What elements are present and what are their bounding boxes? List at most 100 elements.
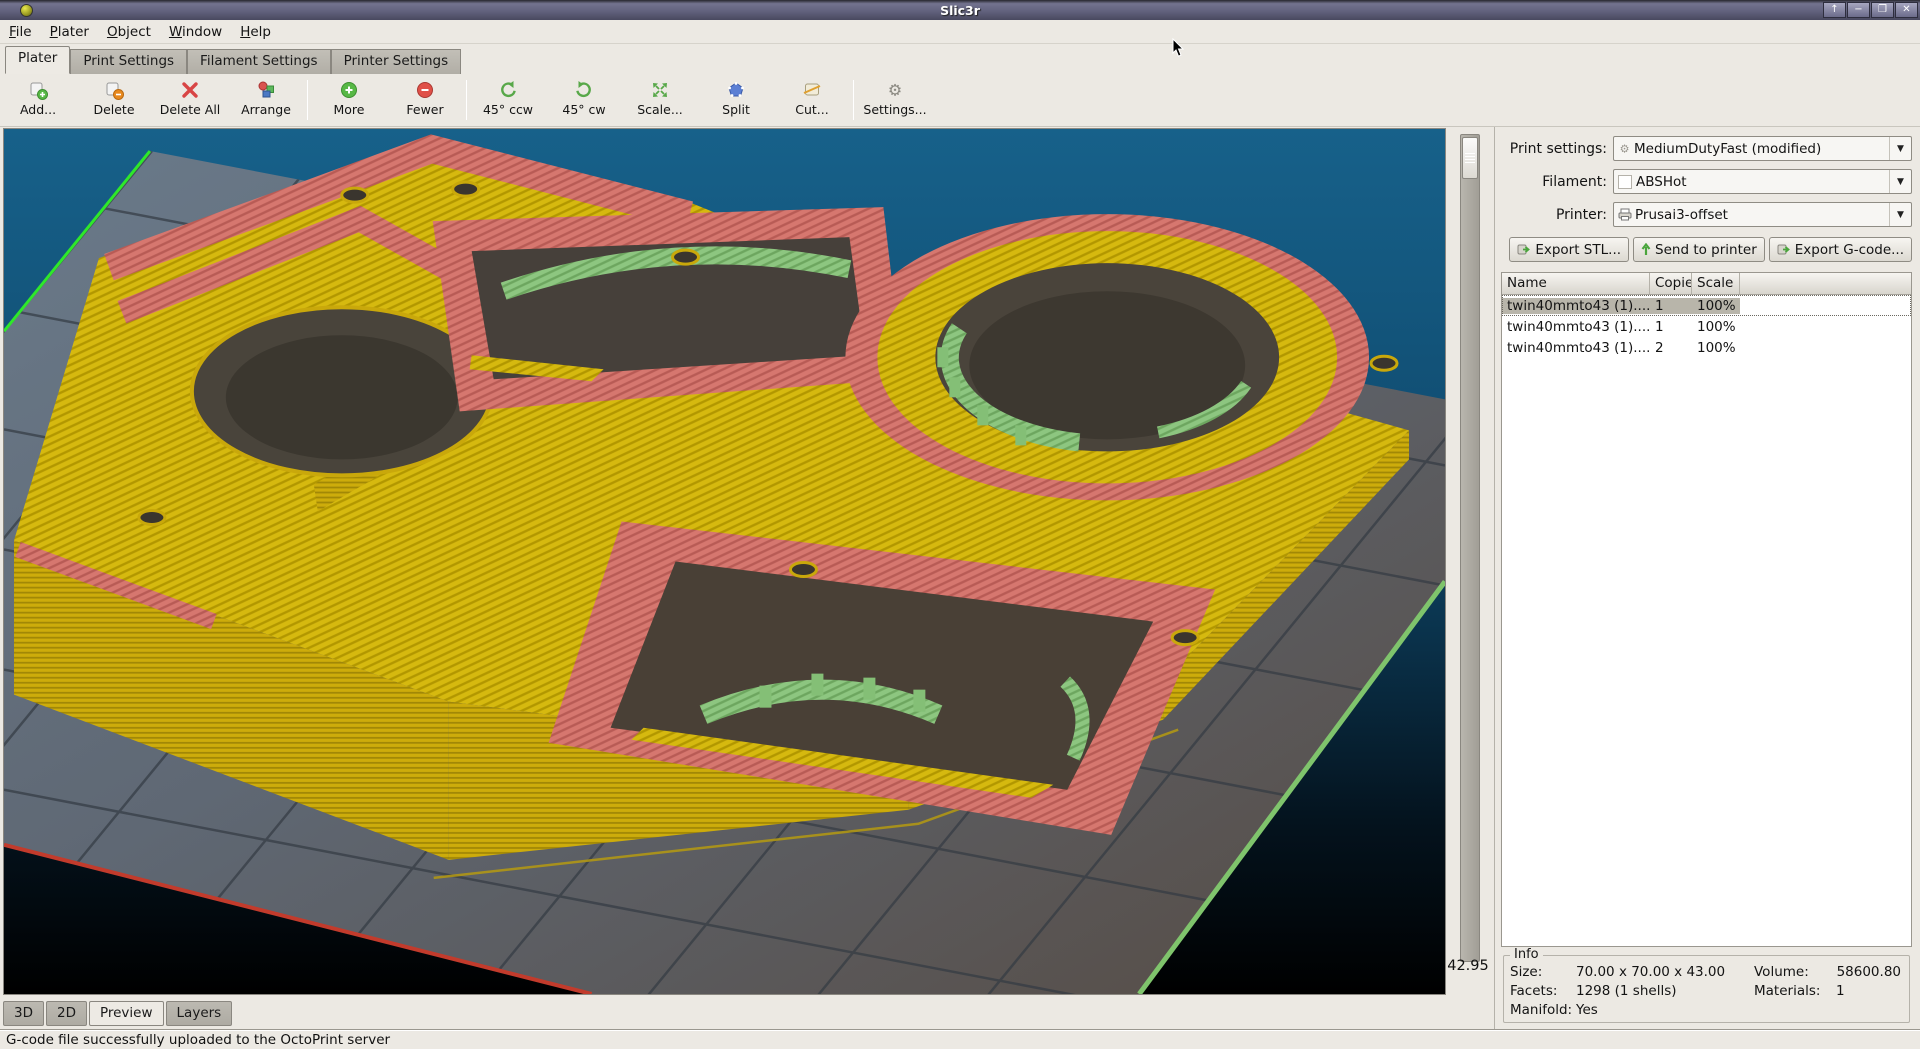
layer-slider-column: 42.95 xyxy=(1448,127,1494,998)
toolbar-separator xyxy=(307,80,308,120)
menubar: File Plater Object Window Help xyxy=(0,20,1920,44)
main-area: 42.95 3D 2D Preview Layers Print setting… xyxy=(0,127,1920,1029)
status-message: G-code file successfully uploaded to the… xyxy=(0,1032,390,1048)
right-panel: Print settings: ⚙ MediumDutyFast (modifi… xyxy=(1494,127,1920,1029)
volume-value: 58600.80 xyxy=(1836,964,1903,980)
gear-icon: ⚙ xyxy=(1618,142,1631,155)
materials-label: Materials: xyxy=(1754,983,1836,999)
info-box: Info Size: 70.00 x 70.00 x 43.00 Volume:… xyxy=(1503,955,1910,1023)
toolbar-separator xyxy=(853,80,854,120)
objects-table: Name Copies Scale twin40mmto43 (1).... 1… xyxy=(1501,272,1912,947)
menu-help[interactable]: Help xyxy=(231,21,280,43)
shade-button[interactable]: ↑ xyxy=(1823,2,1846,18)
mouse-cursor xyxy=(1172,38,1186,58)
printer-label: Printer: xyxy=(1501,207,1613,223)
svg-text:⚙: ⚙ xyxy=(888,81,902,100)
tab-printer-settings[interactable]: Printer Settings xyxy=(331,49,462,74)
window-title: Slic3r xyxy=(0,3,1920,18)
3d-preview-canvas[interactable] xyxy=(3,128,1446,995)
table-row[interactable]: twin40mmto43 (1).... 2 100% xyxy=(1502,337,1911,358)
rotate-cw-icon xyxy=(574,80,594,100)
table-row[interactable]: twin40mmto43 (1).... 1 100% xyxy=(1502,316,1911,337)
view-tab-2d[interactable]: 2D xyxy=(46,1001,87,1026)
info-legend: Info xyxy=(1510,947,1543,962)
facets-value: 1298 (1 shells) xyxy=(1576,983,1754,999)
close-button[interactable]: ✕ xyxy=(1895,2,1918,18)
delete-button[interactable]: Delete xyxy=(76,77,152,123)
export-buttons-row: Export STL... Send to printer Export G-c… xyxy=(1501,237,1912,262)
arrange-icon xyxy=(256,80,276,100)
table-row[interactable]: twin40mmto43 (1).... 1 100% xyxy=(1502,295,1911,316)
settings-icon: ⚙ xyxy=(885,80,905,100)
dropdown-arrow-icon[interactable]: ▼ xyxy=(1889,137,1911,160)
rotate-ccw-button[interactable]: 45° ccw xyxy=(470,77,546,123)
window-controls: ↑ − ❐ ✕ xyxy=(1823,2,1918,18)
titlebar: Slic3r ↑ − ❐ ✕ xyxy=(0,0,1920,20)
opening-top xyxy=(433,207,904,411)
printer-combobox[interactable]: Prusai3-offset ▼ xyxy=(1613,202,1912,227)
gcode-preview xyxy=(4,129,1445,994)
tab-plater[interactable]: Plater xyxy=(5,46,70,74)
fewer-icon xyxy=(415,80,435,100)
export-gcode-button[interactable]: Export G-code... xyxy=(1769,237,1912,262)
manifold-value: Yes xyxy=(1576,1002,1754,1018)
layer-slider-handle[interactable] xyxy=(1462,137,1478,179)
menu-file[interactable]: File xyxy=(0,21,41,43)
maximize-button[interactable]: ❐ xyxy=(1871,2,1894,18)
volume-label: Volume: xyxy=(1754,964,1836,980)
cylinder xyxy=(845,214,1369,500)
layer-slider-track[interactable] xyxy=(1460,134,1480,962)
export-icon xyxy=(1517,243,1531,256)
menu-plater[interactable]: Plater xyxy=(41,21,98,43)
split-button[interactable]: Split xyxy=(698,77,774,123)
view-tab-preview[interactable]: Preview xyxy=(89,1001,164,1026)
slic3r-window: Slic3r ↑ − ❐ ✕ File Plater Object Window… xyxy=(0,0,1920,1049)
printer-row: Printer: Prusai3-offset ▼ xyxy=(1501,202,1912,227)
svg-text:⚙: ⚙ xyxy=(1620,143,1630,156)
manifold-label: Manifold: xyxy=(1510,1002,1576,1018)
cut-icon xyxy=(802,80,822,100)
filament-combobox[interactable]: ABSHot ▼ xyxy=(1613,169,1912,194)
split-icon xyxy=(726,80,746,100)
column-header-scale[interactable]: Scale xyxy=(1692,273,1740,294)
more-button[interactable]: More xyxy=(311,77,387,123)
fewer-button[interactable]: Fewer xyxy=(387,77,463,123)
settings-button[interactable]: ⚙ Settings... xyxy=(857,77,933,123)
print-settings-row: Print settings: ⚙ MediumDutyFast (modifi… xyxy=(1501,136,1912,161)
filament-label: Filament: xyxy=(1501,174,1613,190)
cut-button[interactable]: Cut... xyxy=(774,77,850,123)
send-to-printer-button[interactable]: Send to printer xyxy=(1633,237,1765,262)
rotate-cw-button[interactable]: 45° cw xyxy=(546,77,622,123)
print-settings-label: Print settings: xyxy=(1501,141,1613,157)
tab-print-settings[interactable]: Print Settings xyxy=(70,49,187,74)
view-tab-3d[interactable]: 3D xyxy=(3,1001,44,1026)
minimize-button[interactable]: − xyxy=(1847,2,1870,18)
column-header-name[interactable]: Name xyxy=(1502,273,1650,294)
size-value: 70.00 x 70.00 x 43.00 xyxy=(1576,964,1754,980)
dropdown-arrow-icon[interactable]: ▼ xyxy=(1889,170,1911,193)
delete-all-button[interactable]: Delete All xyxy=(152,77,228,123)
arrange-button[interactable]: Arrange xyxy=(228,77,304,123)
printer-icon xyxy=(1618,208,1632,221)
preview-column: 42.95 3D 2D Preview Layers xyxy=(0,127,1494,1029)
statusbar: G-code file successfully uploaded to the… xyxy=(0,1029,1920,1049)
scale-button[interactable]: Scale... xyxy=(622,77,698,123)
filament-color-swatch xyxy=(1618,175,1632,189)
menu-object[interactable]: Object xyxy=(98,21,160,43)
tab-filament-settings[interactable]: Filament Settings xyxy=(187,49,331,74)
circular-recess-floor xyxy=(226,335,458,459)
menu-window[interactable]: Window xyxy=(160,21,231,43)
export-stl-button[interactable]: Export STL... xyxy=(1509,237,1629,262)
print-settings-combobox[interactable]: ⚙ MediumDutyFast (modified) ▼ xyxy=(1613,136,1912,161)
table-header: Name Copies Scale xyxy=(1502,273,1911,295)
delete-all-icon xyxy=(180,80,200,100)
add-button[interactable]: Add... xyxy=(0,77,76,123)
view-mode-tabs: 3D 2D Preview Layers xyxy=(0,998,1494,1029)
column-header-copies[interactable]: Copies xyxy=(1650,273,1692,294)
layer-height-value: 42.95 xyxy=(1442,958,1494,974)
materials-value: 1 xyxy=(1836,983,1903,999)
dropdown-arrow-icon[interactable]: ▼ xyxy=(1889,203,1911,226)
facets-label: Facets: xyxy=(1510,983,1576,999)
filament-row: Filament: ABSHot ▼ xyxy=(1501,169,1912,194)
view-tab-layers[interactable]: Layers xyxy=(166,1001,233,1026)
